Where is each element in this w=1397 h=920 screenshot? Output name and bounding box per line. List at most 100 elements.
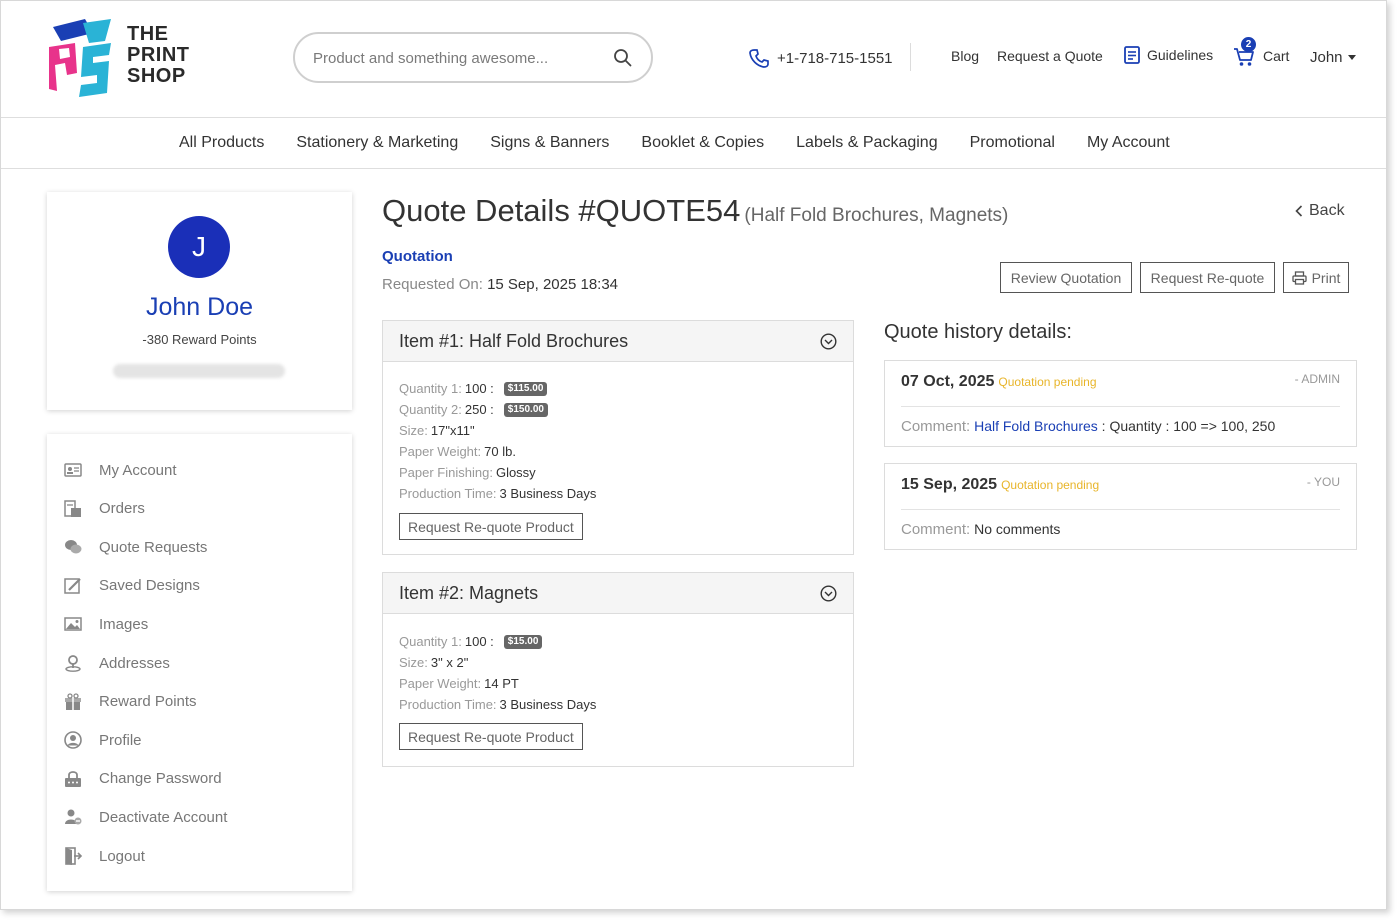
user-name: John (1310, 49, 1343, 66)
spec-row: Paper Weight: 14 PT (399, 676, 519, 691)
page-frame: THE PRINT SHOP +1-718-715-1551 Blog Requ… (0, 0, 1387, 910)
id-card-icon (64, 463, 82, 477)
history-comment: Comment: Half Fold Brochures : Quantity … (901, 418, 1275, 435)
nav-item-labels-packaging[interactable]: Labels & Packaging (796, 134, 937, 152)
images-icon (64, 617, 82, 632)
guidelines-link[interactable]: Guidelines (1123, 45, 1213, 65)
price-badge: $15.00 (503, 634, 543, 649)
request-quote-link[interactable]: Request a Quote (997, 48, 1103, 64)
status-label: Quotation (382, 248, 453, 265)
history-entry: 15 Sep, 2025 Quotation pending - YOU Comm… (884, 463, 1357, 550)
sidebar-item-label: Profile (99, 731, 142, 749)
price-badge: $150.00 (503, 402, 548, 417)
history-date-value: 15 Sep, 2025 (901, 476, 998, 493)
history-date: 07 Oct, 2025 Quotation pending (901, 373, 1097, 391)
chevron-circle-down-icon[interactable] (820, 585, 837, 602)
user-dropdown[interactable]: John (1310, 49, 1356, 66)
sidebar-item-logout[interactable]: Logout (63, 844, 145, 868)
sidebar-item-addresses[interactable]: Addresses (63, 651, 170, 675)
sidebar-item-deactivate-account[interactable]: Deactivate Account (63, 805, 227, 829)
requested-on: Requested On: 15 Sep, 2025 18:34 (382, 276, 618, 293)
spec-value: 100 : (464, 634, 494, 649)
spec-row: Production Time: 3 Business Days (399, 486, 596, 501)
history-status: Quotation pending (1001, 478, 1100, 492)
comment-text: No comments (974, 521, 1061, 537)
search-input[interactable] (313, 46, 603, 70)
cart-link[interactable]: 2 Cart (1233, 37, 1290, 67)
nav-item-all-products[interactable]: All Products (179, 134, 264, 152)
spec-label: Paper Finishing: (399, 465, 493, 480)
spec-label: Paper Weight: (399, 444, 482, 459)
spec-row: Quantity 1: 100 : $115.00 (399, 381, 548, 396)
logo-line-3: SHOP (127, 65, 186, 87)
spec-value: 250 : (464, 402, 494, 417)
print-button[interactable]: Print (1283, 262, 1349, 293)
document-icon (1124, 46, 1140, 64)
sidebar-item-label: Images (99, 615, 149, 633)
nav-item-booklet-copies[interactable]: Booklet & Copies (641, 134, 764, 152)
request-requote-product-button[interactable]: Request Re-quote Product (399, 723, 583, 750)
sidebar-item-my-account[interactable]: My Account (63, 458, 177, 482)
spec-value: 100 : (464, 381, 494, 396)
sidebar-item-label: My Account (99, 461, 177, 479)
cart-label: Cart (1263, 48, 1290, 64)
spec-label: Size: (399, 423, 428, 438)
spec-value: 3 Business Days (499, 697, 597, 712)
item-header-2[interactable]: Item #2: Magnets (383, 573, 853, 614)
price-badge: $115.00 (503, 381, 548, 396)
nav-item-signs-banners[interactable]: Signs & Banners (490, 134, 609, 152)
sidebar-item-reward-points[interactable]: Reward Points (63, 690, 197, 714)
spec-value: 17"x11" (430, 423, 475, 438)
spec-row: Paper Weight: 70 lb. (399, 444, 516, 459)
chevron-circle-down-icon[interactable] (820, 333, 837, 350)
item-title-1: Item #1: Half Fold Brochures (399, 331, 629, 351)
request-requote-button[interactable]: Request Re-quote (1140, 262, 1275, 293)
divider (901, 406, 1340, 407)
request-requote-product-button[interactable]: Request Re-quote Product (399, 513, 583, 540)
user-circle-icon (64, 731, 82, 749)
email-redacted (113, 364, 285, 378)
phone-icon (749, 49, 769, 68)
guidelines-label: Guidelines (1147, 47, 1214, 63)
phone-link[interactable]: +1-718-715-1551 (749, 45, 893, 71)
blog-link[interactable]: Blog (951, 48, 979, 64)
history-date-value: 07 Oct, 2025 (901, 373, 995, 390)
item-title-2: Item #2: Magnets (399, 583, 539, 603)
nav-item-my-account[interactable]: My Account (1087, 134, 1170, 152)
history-date: 15 Sep, 2025 Quotation pending (901, 476, 1099, 494)
map-pin-icon (65, 655, 81, 672)
sidebar-item-saved-designs[interactable]: Saved Designs (63, 574, 200, 598)
item-card-2: Item #2: Magnets Quantity 1: 100 : $15.00 … (382, 572, 854, 767)
history-comment: Comment: No comments (901, 521, 1060, 538)
item-header-1[interactable]: Item #1: Half Fold Brochures (383, 321, 853, 362)
review-quotation-button[interactable]: Review Quotation (1000, 262, 1132, 293)
search-icon[interactable] (613, 48, 633, 68)
back-link[interactable]: Back (1295, 202, 1345, 220)
sidebar-item-quote-requests[interactable]: Quote Requests (63, 535, 207, 559)
history-author: - ADMIN (1294, 372, 1340, 386)
sidebar-item-profile[interactable]: Profile (63, 728, 142, 752)
spec-label: Production Time: (399, 697, 497, 712)
comment-product-link[interactable]: Half Fold Brochures (974, 418, 1098, 434)
main-nav: All Products Stationery & Marketing Signs … (1, 118, 1386, 169)
spec-row: Quantity 1: 100 : $15.00 (399, 634, 543, 649)
sidebar-item-change-password[interactable]: Change Password (63, 767, 222, 791)
sidebar-item-orders[interactable]: Orders (63, 497, 145, 521)
comment-text: : Quantity : 100 => 100, 250 (1097, 418, 1276, 434)
requested-value: 15 Sep, 2025 18:34 (487, 276, 619, 293)
chevron-left-icon (1295, 205, 1303, 217)
history-author: - YOU (1306, 475, 1340, 489)
reward-points: -380 Reward Points (142, 332, 257, 347)
chat-bubbles-icon (65, 540, 82, 554)
site-logo[interactable]: THE PRINT SHOP (45, 17, 205, 97)
sidebar-item-label: Reward Points (99, 693, 197, 711)
nav-item-promotional[interactable]: Promotional (970, 134, 1055, 152)
search-box (293, 32, 653, 83)
site-header: THE PRINT SHOP +1-718-715-1551 Blog Requ… (1, 1, 1386, 118)
page-title: Quote Details #QUOTE54 (Half Fold Brochur… (382, 193, 1008, 229)
logo-line-2: PRINT (127, 44, 190, 66)
sidebar-item-images[interactable]: Images (63, 612, 148, 636)
nav-item-stationery-marketing[interactable]: Stationery & Marketing (296, 134, 458, 152)
user-remove-icon (65, 809, 82, 825)
spec-value: Glossy (495, 465, 536, 480)
